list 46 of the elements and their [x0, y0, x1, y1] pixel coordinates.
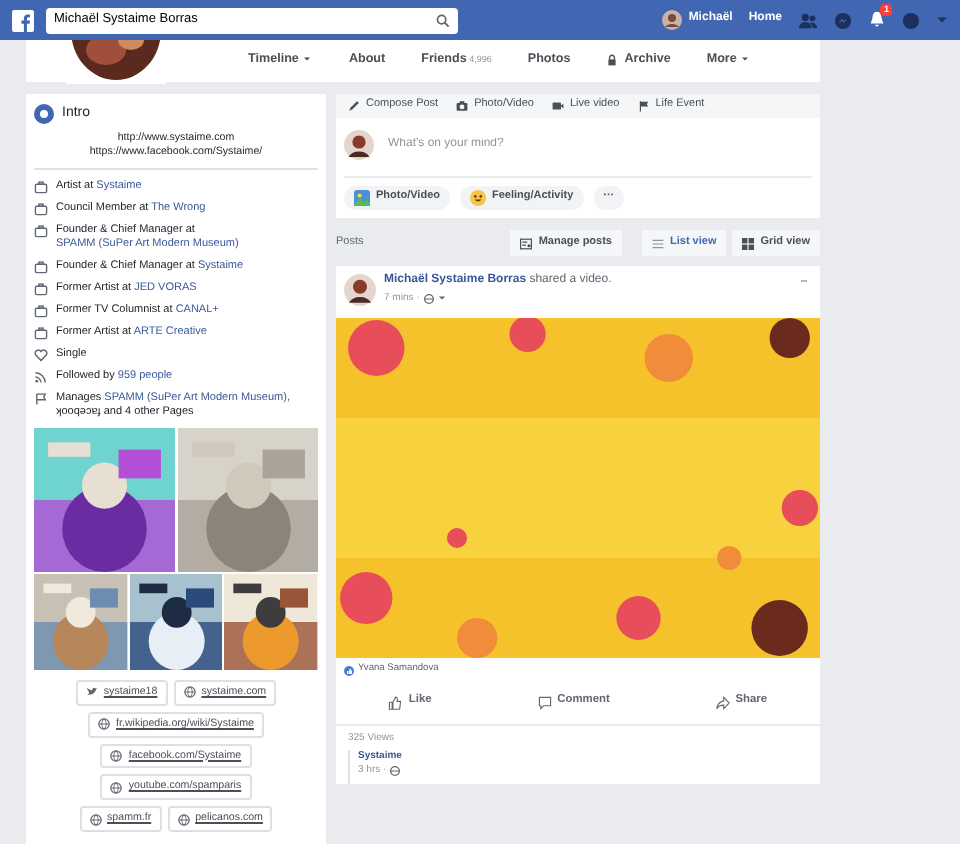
photo-icon: [354, 190, 370, 206]
briefcase-icon: [34, 260, 48, 275]
briefcase-icon: [34, 282, 48, 297]
grid-icon: [742, 237, 755, 250]
share-icon: [715, 695, 730, 710]
flag-icon: [34, 392, 48, 407]
briefcase-icon: [34, 326, 48, 341]
caret-icon[interactable]: [437, 294, 446, 303]
bell-icon[interactable]: [868, 10, 886, 29]
caret-icon: [740, 54, 751, 65]
intro-icon: [34, 104, 54, 124]
like-icon: [344, 665, 354, 676]
comment-icon: [537, 695, 552, 710]
lock-icon: [606, 53, 619, 66]
globe-icon: [390, 765, 401, 776]
search-icon[interactable]: [436, 13, 450, 27]
thumbs-up-icon: [388, 695, 403, 710]
messenger-icon[interactable]: [834, 11, 852, 29]
logo-icon[interactable]: [12, 9, 34, 31]
briefcase-icon: [34, 202, 48, 217]
settings-icon: [520, 237, 533, 250]
avatar-icon: [344, 130, 374, 160]
briefcase-icon: [34, 224, 48, 239]
globe-icon: [177, 813, 190, 826]
globe-icon: [89, 813, 102, 826]
globe-icon: [183, 686, 196, 699]
flag-icon: [637, 99, 650, 112]
list-icon: [652, 237, 664, 250]
caret-icon[interactable]: [936, 14, 948, 26]
bird-icon: [85, 686, 98, 699]
globe-icon[interactable]: [423, 293, 434, 304]
briefcase-icon: [34, 304, 48, 319]
avatar-icon[interactable]: [662, 10, 683, 30]
friends-icon[interactable]: [798, 11, 818, 29]
avatar-icon: [344, 274, 376, 307]
pencil-icon: [348, 99, 360, 112]
smiley-icon: [469, 190, 486, 206]
globe-icon: [110, 781, 123, 794]
rss-icon: [34, 370, 48, 385]
briefcase-icon: [34, 180, 48, 195]
globe-icon: [98, 718, 111, 731]
caret-icon: [302, 54, 313, 65]
globe-icon: [110, 750, 123, 762]
heart-icon: [34, 348, 48, 363]
video-icon: [551, 99, 564, 112]
camera-icon: [456, 99, 469, 112]
